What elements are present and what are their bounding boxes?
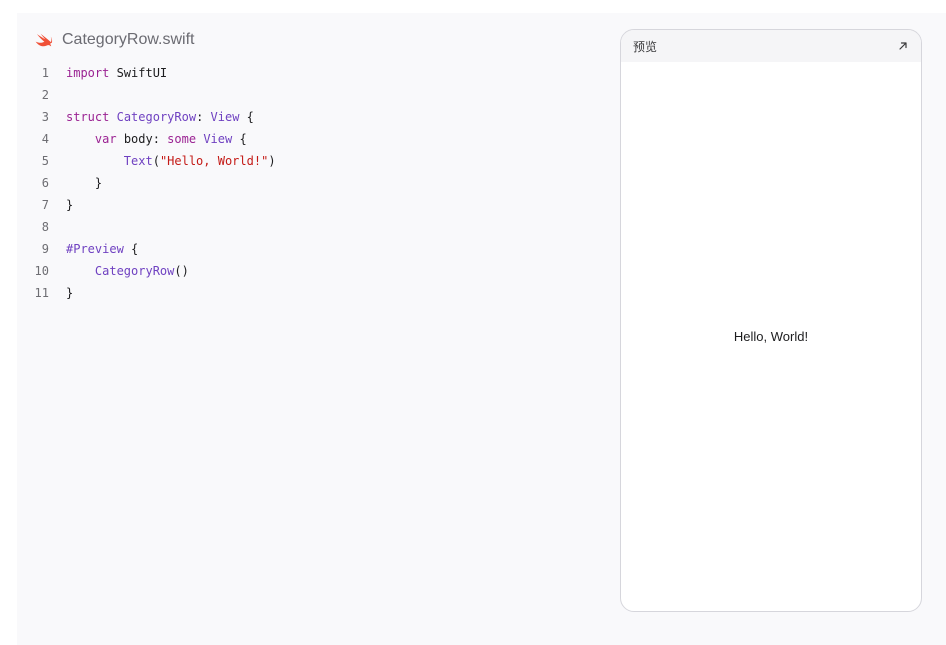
code-token: Text	[123, 154, 153, 168]
preview-title: 预览	[633, 39, 658, 54]
file-header: CategoryRow.swift	[34, 28, 195, 52]
code-token: }	[66, 286, 74, 300]
code-token: View	[210, 110, 240, 124]
code-text: var body: some View {	[49, 128, 247, 150]
file-name: CategoryRow.swift	[62, 31, 195, 48]
code-token: {	[239, 110, 254, 124]
preview-panel: 预览 Hello, World!	[620, 29, 922, 612]
code-token: struct	[66, 110, 110, 124]
code-token: CategoryRow	[94, 264, 175, 278]
code-token: {	[123, 242, 139, 256]
line-number: 4	[41, 132, 49, 146]
code-token: body:	[116, 132, 168, 146]
code-token: CategoryRow	[116, 110, 197, 124]
code-token: "Hello, World!"	[159, 154, 269, 168]
code-token: SwiftUI	[109, 66, 168, 80]
editor-canvas: CategoryRow.swift 1 import SwiftUI 2 3 struc…	[17, 13, 946, 645]
line-number: 8	[41, 220, 49, 234]
line-number: 7	[41, 198, 49, 212]
code-line: 3 struct CategoryRow: View {	[17, 106, 276, 128]
code-line: 10 CategoryRow()	[17, 260, 276, 282]
line-number: 2	[41, 88, 49, 102]
arrow-up-right-icon[interactable]	[897, 40, 909, 52]
code-text: }	[49, 282, 73, 304]
code-line: 2	[17, 84, 276, 106]
code-text: }	[49, 194, 73, 216]
code-text: }	[49, 172, 102, 194]
line-number: 11	[34, 286, 49, 300]
code-token: {	[232, 132, 247, 146]
code-token: #Preview	[66, 242, 124, 256]
code-token: }	[66, 198, 74, 212]
code-token: (	[152, 154, 160, 168]
code-text: #Preview {	[49, 238, 138, 260]
code-token: import	[66, 66, 110, 80]
code-line: 1 import SwiftUI	[17, 62, 276, 84]
code-line: 6 }	[17, 172, 276, 194]
code-line: 11}	[17, 282, 276, 304]
code-text: struct CategoryRow: View {	[49, 106, 254, 128]
preview-header: 预览	[621, 30, 921, 62]
code-line: 5 Text("Hello, World!")	[17, 150, 276, 172]
line-number: 3	[41, 110, 49, 124]
code-line: 7}	[17, 194, 276, 216]
line-number: 6	[41, 176, 49, 190]
code-line: 8	[17, 216, 276, 238]
code-token: var	[94, 132, 117, 146]
code-token: View	[203, 132, 233, 146]
code-editor[interactable]: 1 import SwiftUI 2 3 struct CategoryRow: Vie…	[17, 62, 276, 304]
code-text: CategoryRow()	[49, 260, 189, 282]
code-token: :	[196, 110, 211, 124]
code-token: ()	[174, 264, 189, 278]
line-number: 9	[41, 242, 49, 256]
line-number: 5	[41, 154, 49, 168]
preview-text: Hello, World!	[733, 329, 809, 344]
preview-canvas: Hello, World!	[621, 62, 921, 611]
swift-icon	[35, 33, 53, 47]
code-line: 4 var body: some View {	[17, 128, 276, 150]
code-token: )	[268, 154, 276, 168]
line-number: 1	[41, 66, 49, 80]
code-text: import SwiftUI	[49, 62, 167, 84]
code-token: some	[167, 132, 197, 146]
code-line: 9 #Preview {	[17, 238, 276, 260]
line-number: 10	[34, 264, 49, 278]
code-token: }	[66, 176, 103, 190]
code-text: Text("Hello, World!")	[49, 150, 276, 172]
